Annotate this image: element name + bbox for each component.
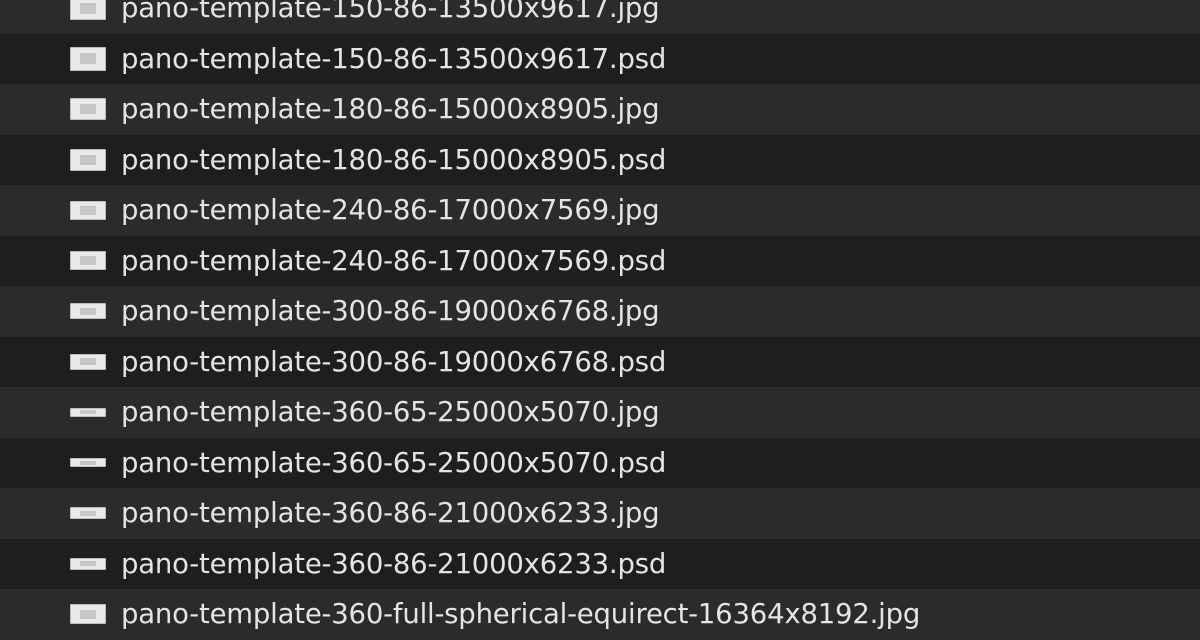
panorama-image-icon	[70, 296, 106, 326]
file-row[interactable]: pano-template-180-86-15000x8905.jpg	[0, 84, 1200, 135]
file-name: pano-template-300-86-19000x6768.psd	[121, 345, 667, 378]
panorama-image-icon	[70, 195, 106, 225]
file-row[interactable]: pano-template-360-full-spherical-equirec…	[0, 589, 1200, 640]
file-name: pano-template-240-86-17000x7569.psd	[121, 244, 667, 277]
file-name: pano-template-360-65-25000x5070.jpg	[121, 396, 660, 429]
panorama-image-icon	[70, 549, 106, 579]
file-row[interactable]: pano-template-360-65-25000x5070.psd	[0, 437, 1200, 488]
file-name: pano-template-150-86-13500x9617.jpg	[121, 0, 660, 25]
file-name: pano-template-360-65-25000x5070.psd	[121, 446, 667, 479]
panorama-image-icon	[70, 0, 106, 23]
file-row[interactable]: pano-template-180-86-15000x8905.psd	[0, 134, 1200, 185]
panorama-image-icon	[70, 347, 106, 377]
file-name: pano-template-360-86-21000x6233.jpg	[121, 497, 660, 530]
file-name: pano-template-360-86-21000x6233.psd	[121, 547, 667, 580]
file-name: pano-template-180-86-15000x8905.psd	[121, 143, 667, 176]
panorama-image-icon	[70, 599, 106, 629]
panorama-image-icon	[70, 448, 106, 478]
panorama-image-icon	[70, 246, 106, 276]
file-row[interactable]: pano-template-240-86-17000x7569.jpg	[0, 185, 1200, 236]
panorama-image-icon	[70, 397, 106, 427]
file-name: pano-template-240-86-17000x7569.jpg	[121, 194, 660, 227]
file-row[interactable]: pano-template-300-86-19000x6768.psd	[0, 336, 1200, 387]
file-row[interactable]: pano-template-360-86-21000x6233.psd	[0, 538, 1200, 589]
file-name: pano-template-180-86-15000x8905.jpg	[121, 93, 660, 126]
file-row[interactable]: pano-template-360-86-21000x6233.jpg	[0, 488, 1200, 539]
file-name: pano-template-150-86-13500x9617.psd	[121, 42, 667, 75]
panorama-image-icon	[70, 145, 106, 175]
panorama-image-icon	[70, 44, 106, 74]
panorama-image-icon	[70, 94, 106, 124]
file-list: pano-template-150-86-13500x9617.jpg pano…	[0, 0, 1200, 640]
panorama-image-icon	[70, 498, 106, 528]
file-row[interactable]: pano-template-300-86-19000x6768.jpg	[0, 286, 1200, 337]
file-row[interactable]: pano-template-240-86-17000x7569.psd	[0, 235, 1200, 286]
file-row[interactable]: pano-template-150-86-13500x9617.jpg	[0, 0, 1200, 34]
file-row[interactable]: pano-template-360-65-25000x5070.jpg	[0, 387, 1200, 438]
file-name: pano-template-300-86-19000x6768.jpg	[121, 295, 660, 328]
file-name: pano-template-360-full-spherical-equirec…	[121, 598, 921, 631]
file-row[interactable]: pano-template-150-86-13500x9617.psd	[0, 33, 1200, 84]
